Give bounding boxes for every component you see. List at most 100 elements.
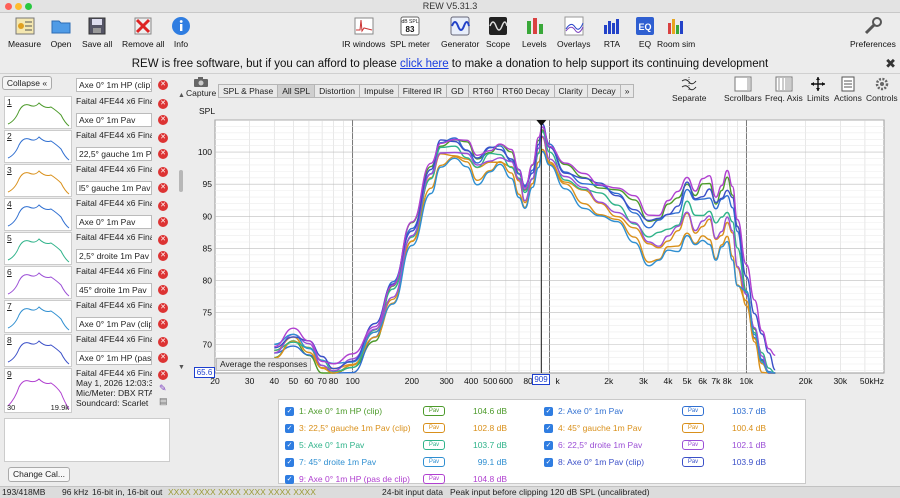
x-tick-label: 100: [346, 376, 360, 386]
x-tick-label: 50: [289, 376, 299, 386]
x-tick-label: 10k: [740, 376, 754, 386]
y-tick-label: 75: [203, 308, 213, 318]
legend-checkbox[interactable]: ✓: [544, 458, 553, 467]
legend-item[interactable]: ✓ 8: Axe 0° 1m Pav (clip) Pav 103.9 dB: [544, 457, 794, 470]
legend-chip[interactable]: Pav: [423, 406, 445, 416]
rew-window: REW V5.31.3 Measure Open Save all Remove…: [0, 0, 900, 498]
y-tick-label: 90: [203, 211, 213, 221]
legend-chip[interactable]: Pav: [423, 440, 445, 450]
x-tick-label: 7k: [711, 376, 721, 386]
legend-chip-label: Pav: [428, 459, 440, 465]
legend-chip-label: Pav: [428, 408, 440, 414]
x-tick-label: 8k: [723, 376, 733, 386]
legend-chip[interactable]: Pav: [423, 457, 445, 467]
legend-level: 99.1 dB: [477, 457, 507, 467]
x-tick-label: 500: [483, 376, 497, 386]
bit-depth-status: 16-bit in, 16-bit out: [92, 487, 163, 497]
legend-label: 3: 22,5° gauche 1m Pav (clip): [299, 423, 411, 433]
measurement-notes-area[interactable]: [4, 418, 170, 462]
x-tick-label: 300: [439, 376, 453, 386]
legend-level: 100.4 dB: [731, 423, 766, 433]
change-cal-button[interactable]: Change Cal...: [8, 467, 70, 482]
legend-chip-label: Pav: [687, 459, 699, 465]
legend-chip[interactable]: Pav: [682, 406, 704, 416]
legend-item[interactable]: ✓ 5: Axe 0° 1m Pav Pav 103.7 dB: [285, 440, 535, 453]
legend-label: 8: Axe 0° 1m Pav (clip): [558, 457, 645, 467]
legend-label: 4: 45° gauche 1m Pav: [558, 423, 642, 433]
legend-level: 103.9 dB: [731, 457, 766, 467]
legend-chip-label: Pav: [428, 476, 440, 482]
legend-checkbox[interactable]: ✓: [285, 458, 294, 467]
x-tick-label: 5k: [683, 376, 693, 386]
x-tick-label: 200: [405, 376, 419, 386]
legend-chip-label: Pav: [687, 408, 699, 414]
y-tick-label: 95: [203, 179, 213, 189]
sample-rate-status: 96 kHz: [62, 487, 89, 497]
legend-label: 2: Axe 0° 1m Pav: [558, 406, 624, 416]
legend-level: 103.7 dB: [731, 406, 766, 416]
cursor-frequency-label[interactable]: 909: [532, 374, 550, 385]
input-data-status: 24-bit input data: [382, 487, 443, 497]
x-tick-label: 4k: [664, 376, 674, 386]
x-tick-label: 3k: [639, 376, 649, 386]
legend-chip-label: Pav: [687, 425, 699, 431]
legend-level: 102.1 dB: [731, 440, 766, 450]
y-tick-label: 100: [198, 147, 212, 157]
legend-item[interactable]: ✓ 4: 45° gauche 1m Pav Pav 100.4 dB: [544, 423, 794, 436]
y-axis-label: SPL: [199, 106, 215, 116]
legend-item[interactable]: ✓ 7: 45° droite 1m Pav Pav 99.1 dB: [285, 457, 535, 470]
legend-checkbox[interactable]: ✓: [544, 424, 553, 433]
input-level-status: XXXX XXXX XXXX XXXX XXXX XXXX: [168, 487, 316, 497]
legend-label: 5: Axe 0° 1m Pav: [299, 440, 365, 450]
legend-chip[interactable]: Pav: [682, 423, 704, 433]
x-tick-label: 70: [317, 376, 327, 386]
legend-chip[interactable]: Pav: [423, 474, 445, 484]
legend-level: 103.7 dB: [472, 440, 507, 450]
x-tick-label: 80: [329, 376, 339, 386]
thumb-max-freq: 19.9k: [50, 403, 69, 412]
legend-chip[interactable]: Pav: [682, 440, 704, 450]
legend-level: 104.8 dB: [472, 474, 507, 484]
legend-checkbox[interactable]: ✓: [544, 407, 553, 416]
y-min-label[interactable]: 65.6: [194, 367, 215, 378]
x-tick-label: 400: [464, 376, 478, 386]
legend-chip[interactable]: Pav: [682, 457, 704, 467]
spl-graph[interactable]: SPL70758085909510020 30 40 50 60 70 80 100 200 30…: [0, 0, 900, 400]
legend-label: 7: 45° droite 1m Pav: [299, 457, 377, 467]
legend-level: 102.8 dB: [472, 423, 507, 433]
y-tick-label: 80: [203, 276, 213, 286]
x-tick-label: 2k: [604, 376, 614, 386]
average-responses-tooltip: Average the responses: [216, 358, 312, 371]
x-tick-label: 50kHz: [860, 376, 884, 386]
x-tick-label: 600: [499, 376, 513, 386]
x-tick-label: 30k: [833, 376, 847, 386]
legend-level: 104.6 dB: [472, 406, 507, 416]
legend-checkbox[interactable]: ✓: [285, 441, 294, 450]
y-tick-label: 85: [203, 243, 213, 253]
legend-checkbox[interactable]: ✓: [285, 424, 294, 433]
x-tick-label: 20k: [799, 376, 813, 386]
legend-chip-label: Pav: [687, 442, 699, 448]
x-tick-label-1k: k: [556, 376, 561, 386]
legend-checkbox[interactable]: ✓: [285, 475, 294, 484]
legend-checkbox[interactable]: ✓: [544, 441, 553, 450]
status-bar: 193/418MB 96 kHz 16-bit in, 16-bit out X…: [0, 486, 900, 498]
x-tick-label: 6k: [698, 376, 708, 386]
trace-legend: ✓ 1: Axe 0° 1m HP (clip) Pav 104.6 dB ✓ 2: Ax…: [278, 399, 806, 484]
legend-checkbox[interactable]: ✓: [285, 407, 294, 416]
x-tick-label: 60: [304, 376, 314, 386]
legend-label: 6: 22,5° droite 1m Pav: [558, 440, 643, 450]
legend-item[interactable]: ✓ 6: 22,5° droite 1m Pav Pav 102.1 dB: [544, 440, 794, 453]
legend-item[interactable]: ✓ 3: 22,5° gauche 1m Pav (clip) Pav 102.8 d…: [285, 423, 535, 436]
x-tick-label: 40: [270, 376, 280, 386]
legend-label: 1: Axe 0° 1m HP (clip): [299, 406, 383, 416]
legend-chip-label: Pav: [428, 425, 440, 431]
y-tick-label: 70: [203, 340, 213, 350]
legend-item[interactable]: ✓ 2: Axe 0° 1m Pav Pav 103.7 dB: [544, 406, 794, 419]
memory-status: 193/418MB: [2, 487, 46, 497]
x-tick-label: 30: [245, 376, 255, 386]
legend-chip-label: Pav: [428, 442, 440, 448]
legend-item[interactable]: ✓ 1: Axe 0° 1m HP (clip) Pav 104.6 dB: [285, 406, 535, 419]
legend-chip[interactable]: Pav: [423, 423, 445, 433]
thumb-min-freq: 30: [7, 403, 16, 412]
